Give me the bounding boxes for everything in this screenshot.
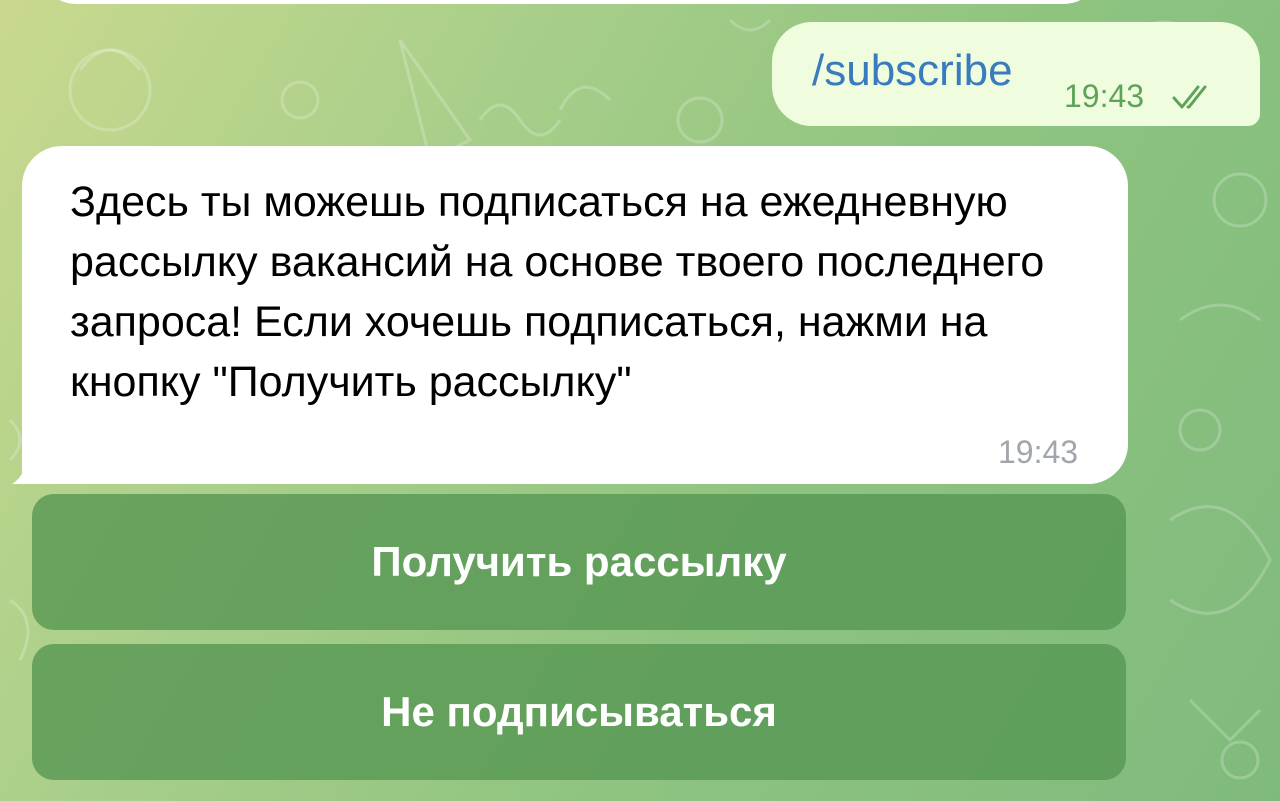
get-subscription-button[interactable]: Получить рассылку [32, 494, 1126, 630]
message-timestamp: 19:43 [1064, 78, 1145, 114]
decline-subscription-button[interactable]: Не подписываться [32, 644, 1126, 780]
incoming-message-bubble: Здесь ты можешь подписаться на ежедневну… [22, 146, 1128, 484]
message-timestamp: 19:43 [998, 434, 1079, 470]
message-text: Здесь ты можешь подписаться на ежедневну… [70, 178, 1045, 406]
double-check-icon [1172, 85, 1207, 109]
outgoing-message-bubble: /subscribe 19:43 [772, 22, 1260, 126]
previous-message-bubble [40, 0, 1100, 4]
command-link[interactable]: /subscribe [812, 46, 1013, 96]
